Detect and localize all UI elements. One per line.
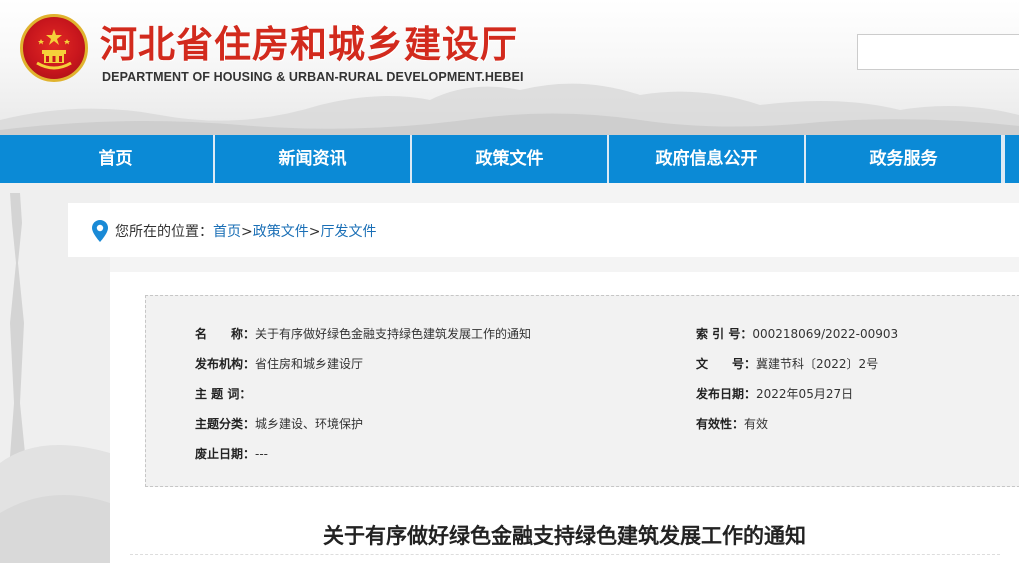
breadcrumb: 您所在的位置：首页>政策文件>厅发文件 [115,221,376,241]
nav-item-services[interactable]: 政务服务 [806,135,1003,183]
info-date-value: 2022年05月27日 [756,387,854,401]
info-expire-value: --- [255,447,269,461]
info-index-value: 000218069/2022-00903 [752,327,899,341]
site-subtitle: DEPARTMENT OF HOUSING & URBAN-RURAL DEVE… [102,70,524,84]
info-category-value: 城乡建设、环境保护 [255,417,364,431]
title-divider [130,554,1000,556]
nav-item-home[interactable]: 首页 [18,135,215,183]
info-name-label: 名 称： [195,327,256,341]
search-input[interactable] [857,34,1019,70]
nav-item-policy[interactable]: 政策文件 [412,135,609,183]
info-index-label: 索 引 号： [696,327,753,341]
nav-item-more[interactable] [1003,135,1019,183]
breadcrumb-separator: > [308,224,321,240]
info-org-value: 省住房和城乡建设厅 [255,357,364,371]
breadcrumb-link-dept-docs[interactable]: 厅发文件 [320,224,376,240]
nav-item-gov-info[interactable]: 政府信息公开 [609,135,806,183]
info-validity: 有效性：有效 [696,415,768,432]
breadcrumb-bar: 您所在的位置：首页>政策文件>厅发文件 [68,203,1019,257]
info-expire: 废止日期：--- [195,445,268,462]
content-panel: 名 称：关于有序做好绿色金融支持绿色建筑发展工作的通知 索 引 号：000218… [110,272,1019,563]
document-info-box: 名 称：关于有序做好绿色金融支持绿色建筑发展工作的通知 索 引 号：000218… [145,295,1019,487]
info-expire-label: 废止日期： [195,447,256,461]
main-nav: 首页 新闻资讯 政策文件 政府信息公开 政务服务 [0,135,1019,183]
nav-item-news[interactable]: 新闻资讯 [215,135,412,183]
info-subject: 主 题 词： [195,385,251,402]
info-index: 索 引 号：000218069/2022-00903 [696,325,898,342]
info-date: 发布日期：2022年05月27日 [696,385,853,402]
location-pin-icon [92,220,108,242]
site-title: 河北省住房和城乡建设厅 [100,23,518,66]
breadcrumb-separator: > [241,224,253,240]
breadcrumb-prefix: 您所在的位置： [115,224,213,240]
breadcrumb-link-policy[interactable]: 政策文件 [253,224,309,240]
info-category-label: 主题分类： [195,417,256,431]
info-subject-label: 主 题 词： [195,387,252,401]
info-docno-label: 文 号： [696,357,757,371]
breadcrumb-link-home[interactable]: 首页 [213,224,241,240]
site-header: 河北省住房和城乡建设厅 DEPARTMENT OF HOUSING & URBA… [0,0,1019,135]
info-org-label: 发布机构： [195,357,256,371]
info-validity-value: 有效 [744,417,769,431]
info-docno-value: 冀建节科〔2022〕2号 [756,357,879,371]
info-category: 主题分类：城乡建设、环境保护 [195,415,363,432]
info-docno: 文 号：冀建节科〔2022〕2号 [696,355,878,372]
national-emblem-icon [20,14,88,82]
info-name-value: 关于有序做好绿色金融支持绿色建筑发展工作的通知 [255,327,532,341]
info-name: 名 称：关于有序做好绿色金融支持绿色建筑发展工作的通知 [195,325,531,342]
info-validity-label: 有效性： [696,417,745,431]
info-date-label: 发布日期： [696,387,757,401]
info-org: 发布机构：省住房和城乡建设厅 [195,355,363,372]
document-title: 关于有序做好绿色金融支持绿色建筑发展工作的通知 [323,524,806,548]
